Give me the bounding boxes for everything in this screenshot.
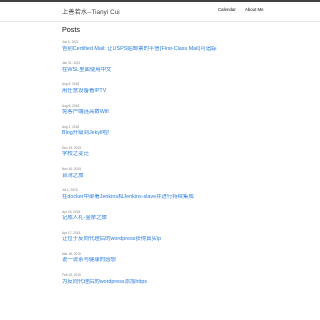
- list-item: Jan 31, 2021 在WSL里面使用中文: [62, 61, 282, 82]
- post-link[interactable]: 让位于反向代理后的wordpress获得真实ip: [62, 236, 282, 243]
- site-nav: Calendar About Me: [218, 7, 272, 12]
- list-item: Apr 17, 2015 让位于反向代理后的wordpress获得真实ip: [62, 231, 282, 252]
- page-title: Posts: [62, 25, 80, 34]
- post-link[interactable]: 台湾之旅: [62, 173, 282, 180]
- list-item: Mar 18, 2015 说一说茶与健康的感想: [62, 252, 282, 273]
- post-link[interactable]: 记成人礼-金摩之旅: [62, 215, 282, 222]
- list-item: Dec 19, 2015 学校之变迁: [62, 146, 282, 167]
- post-date: Aug 8, 2018: [62, 103, 80, 108]
- list-item: Jun 6, 2021 告别Certified Mail: 让USPS贴邮票的平…: [62, 40, 282, 61]
- post-date: Jun 6, 2021: [62, 40, 79, 44]
- post-date: Nov 16, 2015: [62, 167, 81, 172]
- post-date: Jan 31, 2021: [62, 61, 81, 66]
- post-link[interactable]: 告别Certified Mail: 让USPS贴邮票的平信(First-Clas…: [62, 46, 282, 53]
- list-item: Aug 8, 2018 免客户端连高数Wifi: [62, 104, 282, 125]
- post-date: Mar 18, 2015: [62, 251, 81, 256]
- site-title-link[interactable]: 上善若水--Tianyi Cui: [62, 7, 120, 16]
- post-link[interactable]: 在docker中部署Jenkins和Jenkins-slave并进行持续集成: [62, 194, 282, 201]
- post-link[interactable]: 学校之变迁: [62, 151, 282, 158]
- post-date: Feb 19, 2015: [62, 273, 81, 278]
- list-item: Nov 16, 2015 台湾之旅: [62, 167, 282, 188]
- post-date: Aug 9, 2018: [62, 82, 80, 87]
- list-item: Feb 19, 2015 为反向代理后的wordpress添加https: [62, 273, 282, 294]
- post-date: Apr 17, 2015: [62, 230, 81, 235]
- post-link[interactable]: 免客户端连高数Wifi: [62, 109, 282, 116]
- post-date: Dec 19, 2015: [62, 145, 81, 150]
- post-date: Apr 18, 2015: [62, 209, 81, 214]
- list-item: Jul 1, 2015 在docker中部署Jenkins和Jenkins-sl…: [62, 188, 282, 209]
- nav-link-about-me[interactable]: About Me: [245, 7, 264, 12]
- post-date: Jul 1, 2015: [62, 188, 78, 193]
- post-link[interactable]: 在WSL里面使用中文: [62, 67, 282, 74]
- list-item: Apr 18, 2015 记成人礼-金摩之旅: [62, 210, 282, 231]
- post-list: Jun 6, 2021 告别Certified Mail: 让USPS贴邮票的平…: [62, 40, 282, 294]
- post-link[interactable]: Blog升级到Jekyll啦!: [62, 130, 282, 137]
- post-link[interactable]: 为反向代理后的wordpress添加https: [62, 279, 282, 286]
- list-item: Aug 9, 2018 用任意设备看IPTV: [62, 82, 282, 103]
- post-link[interactable]: 用任意设备看IPTV: [62, 88, 282, 95]
- site-header: 上善若水--Tianyi Cui Calendar About Me: [0, 0, 320, 22]
- post-link[interactable]: 说一说茶与健康的感想: [62, 257, 282, 264]
- nav-link-calendar[interactable]: Calendar: [218, 7, 236, 12]
- post-date: Aug 1, 2018: [62, 124, 80, 129]
- list-item: Aug 1, 2018 Blog升级到Jekyll啦!: [62, 125, 282, 146]
